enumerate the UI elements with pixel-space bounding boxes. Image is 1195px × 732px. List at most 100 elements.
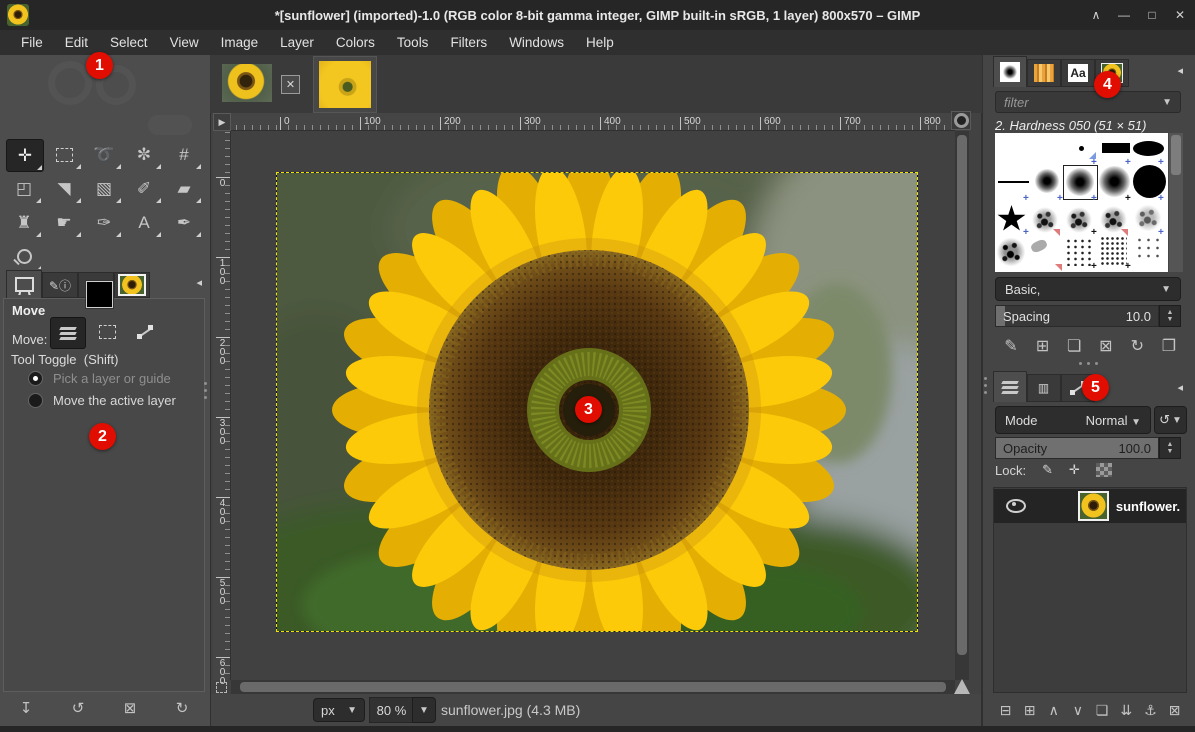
brush-item[interactable]: [997, 237, 1025, 267]
merge-layer-button[interactable]: ⇊: [1116, 699, 1137, 721]
new-brush-button[interactable]: ⊞: [1030, 334, 1056, 358]
tab-fonts[interactable]: Aa: [1061, 59, 1095, 87]
tool-crop[interactable]: #: [166, 139, 202, 170]
brush-item[interactable]: [1065, 238, 1093, 266]
menu-item-windows[interactable]: Windows: [498, 32, 575, 53]
brush-item[interactable]: [1133, 141, 1164, 156]
tab-patterns[interactable]: [1027, 59, 1061, 87]
delete-layer-button[interactable]: ⊠: [1164, 699, 1185, 721]
tool-smudge[interactable]: ☛: [46, 207, 82, 238]
brush-filter-input[interactable]: filter ▼: [995, 91, 1181, 113]
menu-item-colors[interactable]: Colors: [325, 32, 386, 53]
tab-device-status[interactable]: ✎ⓘ: [42, 272, 78, 298]
menu-item-help[interactable]: Help: [575, 32, 625, 53]
tool-ink[interactable]: ✑: [86, 207, 122, 238]
unit-select[interactable]: px ▼: [313, 698, 365, 722]
collapse-dock-icon[interactable]: ◂: [1177, 381, 1183, 394]
canvas-menu-button[interactable]: ▶: [213, 113, 231, 131]
restore-tool-preset-button[interactable]: ↺: [66, 697, 90, 719]
zoom-follow-window-toggle[interactable]: [951, 111, 971, 130]
dock-resize-handle[interactable]: [984, 377, 988, 394]
layer-mode-select[interactable]: Mode Normal ▼: [995, 406, 1151, 434]
brush-item[interactable]: [1100, 236, 1127, 266]
tab-brushes[interactable]: [993, 56, 1027, 87]
image-tab-active[interactable]: [313, 56, 377, 113]
new-layer-group-button[interactable]: ⊞: [1019, 699, 1040, 721]
tool-paintbrush[interactable]: ✐: [126, 173, 162, 204]
menu-item-image[interactable]: Image: [210, 32, 270, 53]
foreground-color-swatch[interactable]: [86, 281, 113, 308]
brush-item[interactable]: [1030, 238, 1049, 254]
delete-tool-preset-button[interactable]: ⊠: [118, 697, 142, 719]
zoom-level-dropdown[interactable]: ▼: [412, 697, 436, 723]
layer-list[interactable]: sunflower.: [993, 487, 1187, 693]
tool-rectangle-select[interactable]: [46, 139, 82, 170]
raise-layer-button[interactable]: ∧: [1043, 699, 1064, 721]
brush-item[interactable]: [997, 205, 1026, 233]
opacity-spinner[interactable]: ▲▼: [1159, 437, 1181, 459]
tool-clone[interactable]: ♜: [6, 207, 42, 238]
vertical-scrollbar-thumb[interactable]: [957, 135, 967, 655]
layer-mode-switch-button[interactable]: ↺▼: [1154, 406, 1187, 434]
tab-layers[interactable]: [993, 371, 1027, 402]
anchor-layer-button[interactable]: ⚓: [1140, 699, 1161, 721]
tool-color-picker[interactable]: ✒: [166, 207, 202, 238]
horizontal-scrollbar[interactable]: [231, 680, 955, 694]
new-layer-button[interactable]: ⊟: [995, 699, 1016, 721]
visibility-eye-icon[interactable]: [1006, 499, 1026, 513]
quick-mask-toggle[interactable]: [214, 680, 229, 694]
menu-item-select[interactable]: Select: [99, 32, 159, 53]
zoom-level-input[interactable]: 80 %: [369, 697, 414, 723]
duplicate-layer-button[interactable]: ❏: [1092, 699, 1113, 721]
brush-grid-scrollbar[interactable]: [1169, 133, 1183, 272]
reset-tool-options-button[interactable]: ↻: [170, 697, 194, 719]
brush-item[interactable]: [998, 181, 1029, 183]
refresh-brushes-button[interactable]: ↻: [1124, 334, 1150, 358]
brush-item[interactable]: [1035, 169, 1059, 193]
edit-brush-button[interactable]: ✎: [998, 334, 1024, 358]
brush-grid[interactable]: + + + + + + + + + + + + +: [995, 133, 1168, 272]
lock-position-icon[interactable]: ✛: [1069, 462, 1080, 478]
vertical-scrollbar[interactable]: [955, 131, 969, 680]
image-tab-sunflower[interactable]: [222, 64, 272, 102]
brush-item[interactable]: [1079, 146, 1084, 151]
layer-row-sunflower[interactable]: sunflower.: [994, 489, 1186, 523]
menu-item-tools[interactable]: Tools: [386, 32, 440, 53]
spacing-slider[interactable]: Spacing 10.0: [995, 305, 1159, 327]
collapse-dock-icon[interactable]: ◂: [196, 276, 202, 289]
radio-move-active-layer[interactable]: Move the active layer: [28, 393, 176, 408]
collapse-dock-icon[interactable]: ◂: [1177, 64, 1183, 77]
radio-pick-layer[interactable]: Pick a layer or guide: [28, 371, 171, 386]
shade-window-button[interactable]: ∧: [1087, 6, 1105, 24]
move-selection-button[interactable]: [90, 317, 124, 347]
brush-category-select[interactable]: Basic, ▼: [995, 277, 1181, 301]
tab-image-thumbnail[interactable]: [114, 272, 150, 298]
brush-item[interactable]: [1102, 143, 1130, 153]
brush-item[interactable]: [1066, 207, 1092, 233]
lock-alpha-icon[interactable]: [1096, 463, 1112, 477]
horizontal-scrollbar-thumb[interactable]: [240, 682, 946, 692]
menu-item-edit[interactable]: Edit: [54, 32, 99, 53]
panel-resize-handle[interactable]: [204, 382, 208, 399]
maximize-button[interactable]: □: [1143, 6, 1161, 24]
save-tool-preset-button[interactable]: ↧: [14, 697, 38, 719]
tool-unified-transform[interactable]: ◰: [6, 173, 42, 204]
brush-item[interactable]: [1135, 236, 1163, 262]
menu-item-filters[interactable]: Filters: [439, 32, 498, 53]
tool-gradient[interactable]: ▧: [86, 173, 122, 204]
menu-item-view[interactable]: View: [159, 32, 210, 53]
opacity-slider[interactable]: Opacity 100.0: [995, 437, 1159, 459]
duplicate-brush-button[interactable]: ❏: [1061, 334, 1087, 358]
tool-bucket-fill[interactable]: ◥: [46, 173, 82, 204]
open-brush-as-image-button[interactable]: ❐: [1156, 334, 1182, 358]
title-bar[interactable]: *[sunflower] (imported)-1.0 (RGB color 8…: [0, 0, 1195, 30]
tool-eraser[interactable]: ▰: [166, 173, 202, 204]
navigation-preview-button[interactable]: [953, 677, 971, 695]
tool-zoom[interactable]: [6, 241, 42, 272]
vertical-ruler[interactable]: 0100200300400500600: [213, 131, 231, 680]
delete-brush-button[interactable]: ⊠: [1093, 334, 1119, 358]
tab-channels[interactable]: ▥: [1027, 374, 1061, 402]
tool-move[interactable]: ✛: [6, 139, 44, 172]
lower-layer-button[interactable]: ∨: [1067, 699, 1088, 721]
close-image-icon[interactable]: ✕: [281, 75, 300, 94]
